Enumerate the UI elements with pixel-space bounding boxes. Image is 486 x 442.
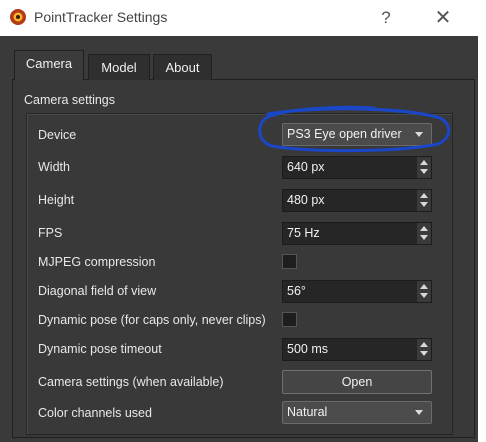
fps-value: 75 Hz [287,226,320,240]
spin-buttons[interactable] [417,157,431,178]
close-button[interactable]: ✕ [423,5,463,31]
fps-label: FPS [38,226,63,240]
width-label: Width [38,160,70,174]
device-label: Device [38,128,77,142]
spin-buttons[interactable] [417,281,431,302]
spin-buttons[interactable] [417,339,431,360]
app-icon [10,9,26,25]
chevron-down-icon [415,410,423,415]
spin-up-icon[interactable] [420,342,428,347]
fov-label: Diagonal field of view [38,284,157,298]
camera-settings-group-title: Camera settings [24,93,116,107]
height-value: 480 px [287,193,325,207]
color-channels-value: Natural [287,405,328,419]
window-title: PointTracker Settings [34,9,168,25]
spin-up-icon[interactable] [420,193,428,198]
width-value: 640 px [287,160,325,174]
spin-buttons[interactable] [417,190,431,211]
spin-down-icon[interactable] [420,235,428,240]
title-bar: PointTracker Settings ? ✕ [0,0,486,36]
dynamic-pose-timeout-spinbox[interactable]: 500 ms [282,338,432,361]
annotation-circle [258,105,451,153]
dynamic-pose-checkbox[interactable] [282,312,297,327]
spin-buttons[interactable] [417,223,431,244]
dynamic-pose-timeout-value: 500 ms [287,342,328,356]
height-label: Height [38,193,75,207]
tab-model[interactable]: Model [88,54,150,80]
spin-up-icon[interactable] [420,226,428,231]
mjpeg-checkbox[interactable] [282,254,297,269]
open-camera-settings-button[interactable]: Open [282,370,432,394]
spin-down-icon[interactable] [420,202,428,207]
dynamic-pose-timeout-label: Dynamic pose timeout [38,342,162,356]
spin-down-icon[interactable] [420,293,428,298]
color-channels-label: Color channels used [38,406,152,420]
window-edge [478,36,486,442]
height-spinbox[interactable]: 480 px [282,189,432,212]
spin-up-icon[interactable] [420,284,428,289]
spin-down-icon[interactable] [420,351,428,356]
dynamic-pose-label: Dynamic pose (for caps only, never clips… [38,313,266,327]
spin-down-icon[interactable] [420,169,428,174]
fov-spinbox[interactable]: 56° [282,280,432,303]
mjpeg-label: MJPEG compression [38,255,156,269]
tab-camera[interactable]: Camera [14,50,84,80]
tab-about[interactable]: About [153,54,212,80]
width-spinbox[interactable]: 640 px [282,156,432,179]
help-button[interactable]: ? [366,5,406,31]
fov-value: 56° [287,284,306,298]
fps-spinbox[interactable]: 75 Hz [282,222,432,245]
camera-settings-open-label: Camera settings (when available) [38,375,224,389]
spin-up-icon[interactable] [420,160,428,165]
color-channels-select[interactable]: Natural [282,401,432,424]
